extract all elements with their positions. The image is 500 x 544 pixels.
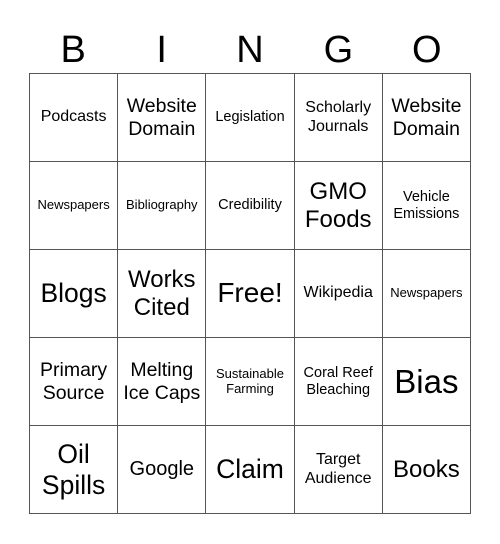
bingo-cell[interactable]: Bias [382, 338, 471, 426]
bingo-cell[interactable]: Legislation [206, 74, 295, 162]
bingo-cell[interactable]: GMO Foods [294, 162, 383, 250]
bingo-cell[interactable]: Blogs [30, 250, 119, 338]
header-letter-i: I [156, 29, 167, 71]
bingo-cell[interactable]: Website Domain [118, 74, 207, 162]
bingo-cell[interactable]: Vehicle Emissions [382, 162, 471, 250]
bingo-cell[interactable]: Sustainable Farming [206, 338, 295, 426]
header-letter-o: O [412, 29, 442, 71]
bingo-cell[interactable]: Oil Spills [30, 426, 119, 514]
bingo-cell[interactable]: Credibility [206, 162, 295, 250]
bingo-cell[interactable]: Coral Reef Bleaching [294, 338, 383, 426]
header-letter-g: G [323, 29, 354, 71]
header-letter-b: B [60, 29, 86, 71]
bingo-cell[interactable]: Google [118, 426, 207, 514]
bingo-cell[interactable]: Works Cited [118, 250, 207, 338]
bingo-grid: Podcasts Website Domain Legislation Scho… [29, 73, 471, 514]
bingo-cell[interactable]: Target Audience [294, 426, 383, 514]
bingo-header: B I N G O [29, 27, 471, 73]
bingo-cell[interactable]: Podcasts [30, 74, 119, 162]
bingo-cell[interactable]: Newspapers [30, 162, 119, 250]
bingo-cell[interactable]: Wikipedia [294, 250, 383, 338]
bingo-cell[interactable]: Website Domain [382, 74, 471, 162]
free-space-cell[interactable]: Free! [206, 250, 295, 338]
bingo-cell[interactable]: Bibliography [118, 162, 207, 250]
bingo-cell[interactable]: Primary Source [30, 338, 119, 426]
bingo-cell[interactable]: Scholarly Journals [294, 74, 383, 162]
bingo-cell[interactable]: Claim [206, 426, 295, 514]
bingo-cell[interactable]: Melting Ice Caps [118, 338, 207, 426]
header-letter-n: N [236, 29, 264, 71]
bingo-cell[interactable]: Newspapers [382, 250, 471, 338]
bingo-cell[interactable]: Books [382, 426, 471, 514]
